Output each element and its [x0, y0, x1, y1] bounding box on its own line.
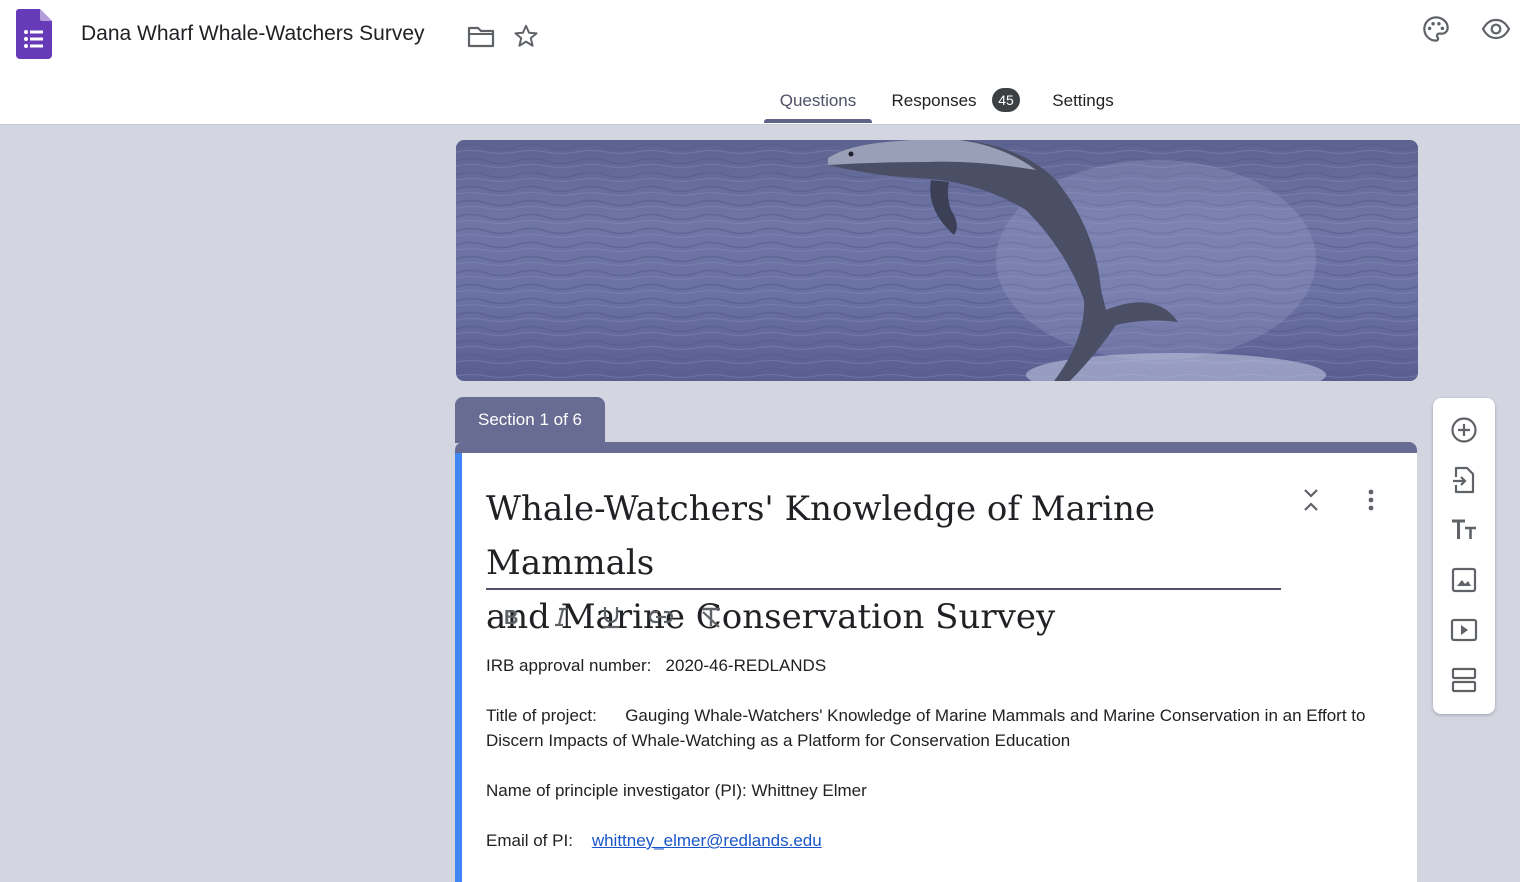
underline-icon[interactable]	[596, 602, 626, 632]
palette-icon[interactable]	[1420, 13, 1452, 45]
irb-value: 2020-46-REDLANDS	[665, 656, 827, 675]
add-image-icon[interactable]	[1446, 562, 1482, 598]
star-icon[interactable]	[511, 21, 541, 51]
tab-settings[interactable]: Settings	[1040, 86, 1126, 124]
pi-value: Whittney Elmer	[751, 781, 867, 800]
collapse-icon[interactable]	[1296, 485, 1326, 515]
title-field-underline	[486, 588, 1281, 590]
bold-icon[interactable]: B	[496, 602, 526, 632]
responses-count-badge: 45	[992, 88, 1020, 112]
header-image	[456, 140, 1418, 381]
folder-icon[interactable]	[466, 22, 496, 52]
project-title-line: Title of project: Gauging Whale-Watchers…	[486, 703, 1366, 753]
import-questions-icon[interactable]	[1446, 462, 1482, 498]
irb-label: IRB approval number:	[486, 656, 652, 675]
pi-email-line: Email of PI: whittney_elmer@redlands.edu	[486, 828, 1366, 853]
pi-name-line: Name of principle investigator (PI): Whi…	[486, 778, 1366, 803]
document-title[interactable]: Dana Wharf Whale-Watchers Survey	[81, 22, 425, 46]
forms-logo-icon[interactable]	[16, 9, 52, 59]
email-label: Email of PI:	[486, 831, 573, 850]
add-section-icon[interactable]	[1446, 662, 1482, 698]
svg-text:B: B	[504, 607, 518, 628]
add-title-icon[interactable]	[1446, 512, 1482, 548]
form-title-line-1: Whale-Watchers' Knowledge of Marine Mamm…	[486, 489, 1155, 583]
clear-formatting-icon[interactable]	[696, 602, 726, 632]
project-label: Title of project:	[486, 706, 597, 725]
form-header-card[interactable]: Whale-Watchers' Knowledge of Marine Mamm…	[455, 442, 1417, 882]
pi-email-link[interactable]: whittney_elmer@redlands.edu	[592, 831, 822, 850]
card-theme-bar	[455, 442, 1417, 453]
section-indicator: Section 1 of 6	[455, 397, 605, 443]
preview-eye-icon[interactable]	[1479, 13, 1513, 45]
more-options-icon[interactable]	[1356, 485, 1386, 515]
card-focus-bar	[455, 453, 462, 882]
active-tab-indicator	[764, 119, 872, 123]
add-video-icon[interactable]	[1446, 612, 1482, 648]
italic-icon[interactable]	[546, 602, 576, 632]
pi-label: Name of principle investigator (PI):	[486, 781, 747, 800]
project-value: Gauging Whale-Watchers' Knowledge of Mar…	[486, 706, 1366, 750]
tab-bar: Questions Responses Settings	[0, 86, 1520, 124]
tab-responses[interactable]: Responses	[884, 86, 984, 124]
question-toolbar	[1433, 398, 1495, 714]
add-question-icon[interactable]	[1446, 412, 1482, 448]
irb-line: IRB approval number: 2020-46-REDLANDS	[486, 653, 1366, 678]
link-icon[interactable]	[646, 602, 676, 632]
